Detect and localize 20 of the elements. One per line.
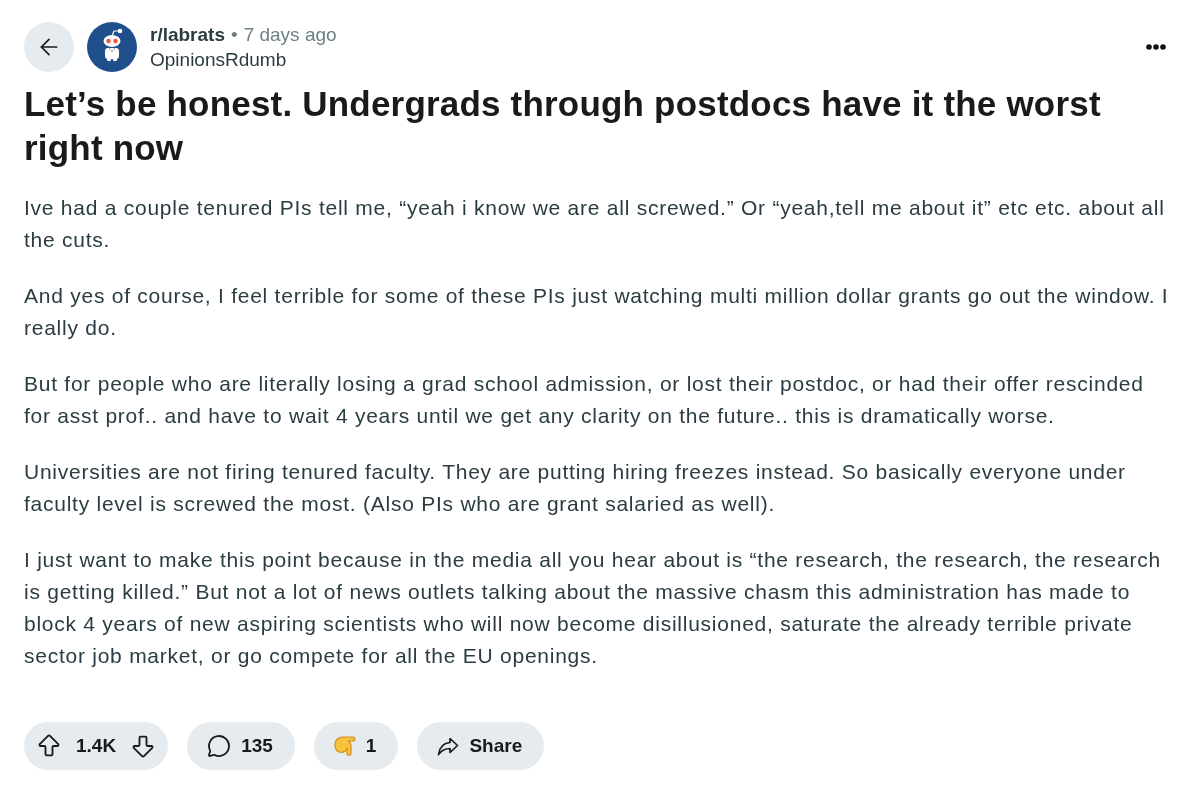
body-paragraph: I just want to make this point because in the media all you hear about is “the research, the research, the research is getting killed.” But not a lot of news outlets talking about the massive chasm this administration has made to block 4 years of new aspiring scientists who will now become disillusioned, saturate the already terrible private sector job market, or go compete for all the EU openings. bbox=[24, 547, 1162, 669]
vote-count: 1.4K bbox=[76, 735, 117, 757]
pointing-hand-icon bbox=[333, 735, 356, 757]
body-paragraph: Ive had a couple tenured PIs tell me, “yeah i know we are all screwed.” Or “yeah,tell me about it” etc etc. about all the cuts. bbox=[24, 195, 1166, 253]
separator: • bbox=[231, 23, 238, 46]
share-button[interactable]: Share bbox=[417, 722, 545, 770]
comments-button[interactable]: 135 bbox=[187, 722, 295, 770]
more-icon bbox=[1146, 44, 1166, 50]
post-time: 7 days ago bbox=[243, 23, 337, 46]
subreddit-link[interactable]: r/labrats bbox=[150, 23, 225, 46]
award-button[interactable]: 1 bbox=[313, 722, 399, 770]
comment-icon bbox=[207, 734, 232, 758]
back-button[interactable] bbox=[24, 22, 74, 72]
post-title: Let’s be honest. Undergrads through postdocs have it the worst right now bbox=[24, 83, 1102, 169]
share-icon bbox=[437, 736, 460, 756]
mascot-avatar-icon bbox=[87, 22, 137, 72]
body-paragraph: Universities are not firing tenured faculty. They are putting hiring freezes instead. So basically everyone under faculty level is screwed the most. (Also PIs who are grant salaried as well). bbox=[24, 459, 1127, 517]
body-paragraph: And yes of course, I feel terrible for some of these PIs just watching multi million dollar grants go out the window. I really do. bbox=[24, 283, 1170, 341]
body-paragraph: But for people who are literally losing a grad school admission, or lost their postdoc, or had their offer rescinded for asst prof.. and have to wait 4 years until we get any clarity on the future.. this is dramatically worse. bbox=[24, 371, 1145, 429]
author-link[interactable]: OpinionsRdumb bbox=[150, 48, 287, 71]
